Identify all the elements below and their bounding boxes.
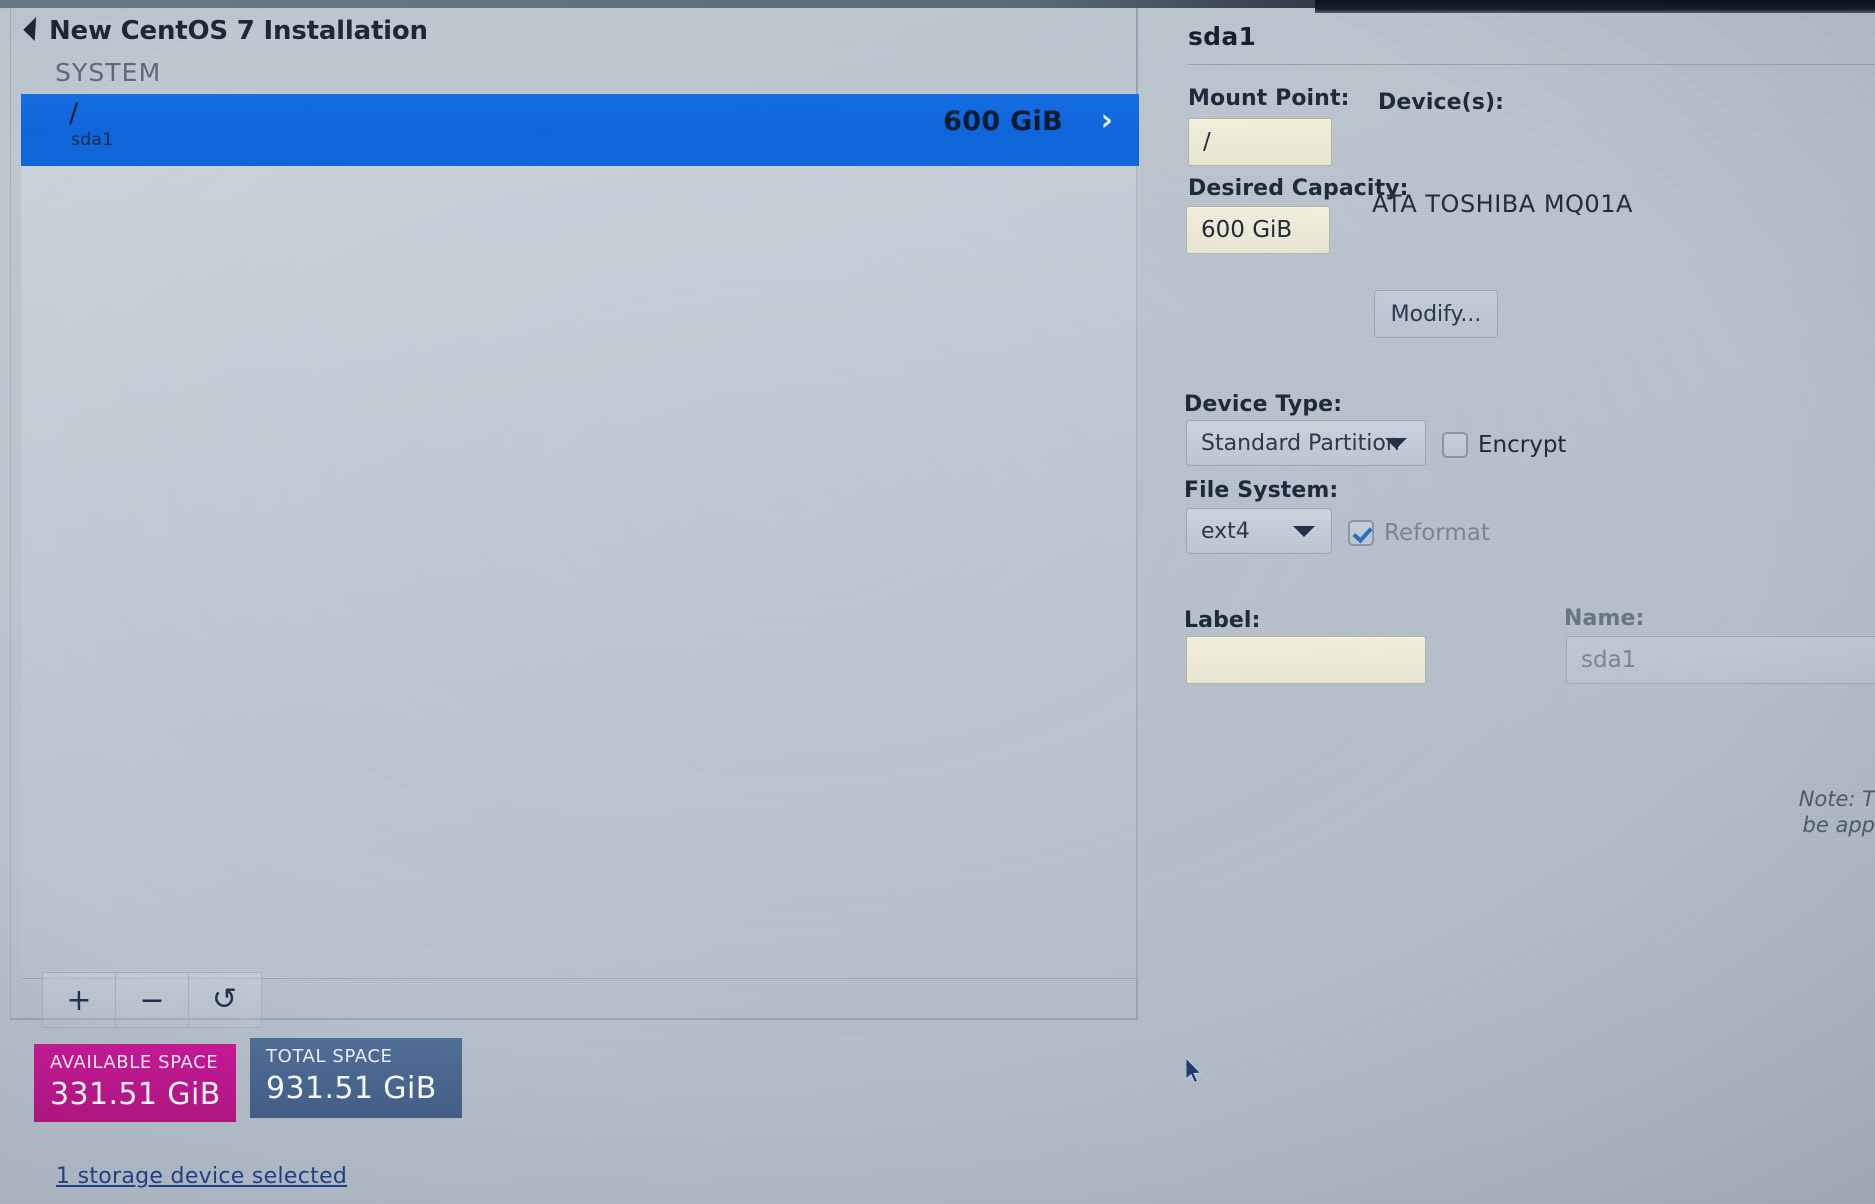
reformat-checkbox[interactable]	[1348, 520, 1374, 546]
mount-point-input[interactable]: /	[1188, 118, 1332, 166]
details-title: sda1	[1188, 22, 1257, 51]
encrypt-checkbox[interactable]	[1442, 432, 1468, 458]
page-title-text: New CentOS 7 Installation	[49, 16, 428, 46]
remove-partition-button[interactable]: −	[116, 973, 189, 1027]
reformat-label: Reformat	[1384, 520, 1490, 546]
add-partition-button[interactable]: +	[43, 973, 116, 1027]
screen-top-right-edge	[1315, 0, 1875, 13]
file-system-select[interactable]: ext4	[1186, 508, 1332, 554]
partition-toolbar: + − ↻	[42, 972, 262, 1028]
encrypt-label: Encrypt	[1478, 432, 1567, 458]
reformat-checkbox-row[interactable]: Reformat	[1348, 520, 1490, 546]
plus-icon: +	[66, 982, 92, 1018]
details-separator	[1188, 64, 1875, 65]
page-title: New CentOS 7 Installation	[23, 16, 428, 46]
available-space-value: 331.51 GiB	[50, 1077, 221, 1112]
partition-list-body	[21, 166, 1139, 979]
partition-group-header: SYSTEM	[55, 58, 162, 87]
partition-row-sda1[interactable]: / sda1 600 GiB ›	[21, 94, 1139, 166]
label-field-label: Label:	[1184, 608, 1261, 633]
mount-point-label: Mount Point:	[1188, 86, 1350, 111]
chevron-right-icon[interactable]: ›	[1101, 106, 1113, 136]
device-type-select[interactable]: Standard Partition	[1186, 420, 1426, 466]
encrypt-checkbox-row[interactable]: Encrypt	[1442, 432, 1566, 458]
storage-device-selected-link[interactable]: 1 storage device selected	[56, 1164, 347, 1189]
partition-mount-point: /	[69, 98, 79, 129]
name-field-label: Name:	[1564, 606, 1645, 631]
refresh-icon: ↻	[212, 982, 238, 1017]
file-system-label: File System:	[1184, 478, 1339, 503]
partition-details-panel: sda1 Mount Point: / Desired Capacity: 60…	[1140, 8, 1875, 1204]
device-type-value: Standard Partition	[1201, 430, 1400, 456]
partition-list-panel: New CentOS 7 Installation SYSTEM / sda1 …	[10, 8, 1139, 1020]
devices-label: Device(s):	[1378, 90, 1505, 115]
desired-capacity-input[interactable]: 600 GiB	[1186, 206, 1330, 254]
total-space-value: 931.51 GiB	[266, 1071, 437, 1106]
modify-devices-button[interactable]: Modify...	[1374, 290, 1498, 338]
available-space-caption: AVAILABLE SPACE	[50, 1052, 219, 1073]
file-system-value: ext4	[1201, 518, 1250, 544]
installer-screen: New CentOS 7 Installation SYSTEM / sda1 …	[0, 0, 1875, 1204]
label-input[interactable]	[1186, 636, 1426, 684]
device-type-label: Device Type:	[1184, 392, 1343, 417]
devices-value: ATA TOSHIBA MQ01A	[1372, 190, 1633, 218]
note-line-2: be app	[1802, 813, 1875, 837]
partition-device-name: sda1	[71, 130, 114, 150]
minus-icon: −	[139, 982, 165, 1018]
refresh-partitions-button[interactable]: ↻	[189, 973, 261, 1027]
available-space-badge: AVAILABLE SPACE 331.51 GiB	[34, 1044, 236, 1122]
chevron-down-icon[interactable]	[23, 16, 48, 42]
partition-size: 600 GiB	[943, 106, 1063, 137]
total-space-badge: TOTAL SPACE 931.51 GiB	[250, 1038, 462, 1118]
chevron-down-icon	[1293, 525, 1315, 537]
chevron-down-icon	[1385, 437, 1407, 449]
name-input: sda1	[1566, 636, 1875, 684]
total-space-caption: TOTAL SPACE	[266, 1046, 393, 1067]
